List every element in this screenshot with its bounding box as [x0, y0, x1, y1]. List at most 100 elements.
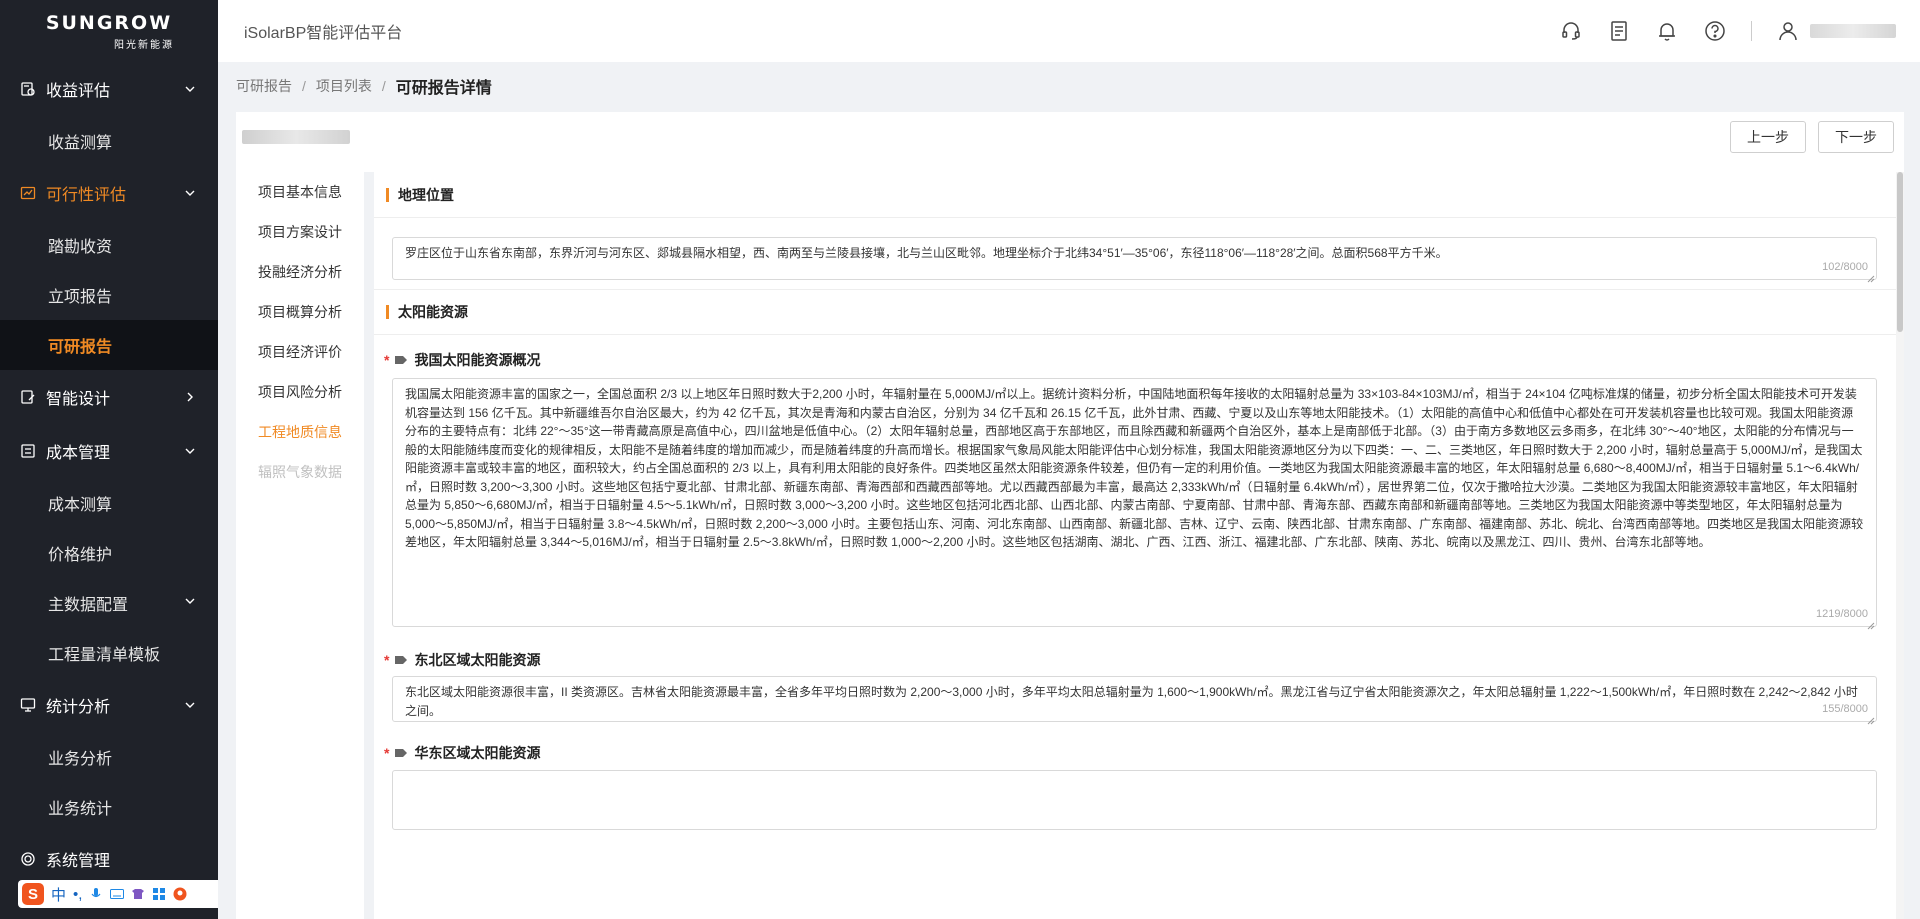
- sidebar-item-label: 立项报告: [48, 289, 113, 306]
- menu-group-revenue[interactable]: 收益评估: [0, 62, 218, 116]
- keyboard-icon[interactable]: [110, 887, 125, 901]
- ime-punct-toggle[interactable]: •,: [73, 886, 82, 903]
- sidebar-item-boq-template[interactable]: 工程量清单模板: [0, 628, 218, 678]
- username-redacted[interactable]: [1810, 24, 1896, 38]
- sidebar-item-feasibility-report[interactable]: 可研报告: [0, 320, 218, 370]
- section-geo-title: 地理位置: [374, 172, 1904, 218]
- chevron-down-icon: [184, 83, 196, 95]
- section-solar-title: 太阳能资源: [374, 289, 1896, 335]
- required-marker: *: [384, 352, 390, 368]
- step-budget-analysis[interactable]: 项目概算分析: [236, 292, 364, 332]
- resize-handle[interactable]: [1867, 712, 1875, 725]
- east-solar-textarea[interactable]: [392, 770, 1877, 830]
- tag-icon: [395, 656, 408, 664]
- field-label-national: * 我国太阳能资源概况: [374, 350, 540, 370]
- document-icon[interactable]: [1607, 19, 1631, 43]
- sidebar-item-cost-calc[interactable]: 成本测算: [0, 478, 218, 528]
- form-content[interactable]: 地理位置 罗庄区位于山东省东南部，东界沂河与河东区、郯城县隔水相望，西、南两至与…: [374, 172, 1904, 919]
- menu-group-stats[interactable]: 统计分析: [0, 678, 218, 732]
- step-nav: 项目基本信息 项目方案设计 投融经济分析 项目概算分析 项目经济评价 项目风险分…: [236, 172, 364, 919]
- menu-group-cost[interactable]: 成本管理: [0, 424, 218, 478]
- breadcrumb-item[interactable]: 可研报告: [236, 76, 292, 96]
- content-scrollbar[interactable]: [1896, 172, 1904, 919]
- step-finance-analysis[interactable]: 投融经济分析: [236, 252, 364, 292]
- menu-group-label: 统计分析: [46, 699, 111, 716]
- brand-name: SUNGROW: [45, 11, 173, 34]
- headset-icon[interactable]: [1559, 19, 1583, 43]
- chevron-down-icon: [184, 187, 196, 199]
- skin-icon[interactable]: [131, 887, 145, 901]
- header-divider: [1751, 21, 1752, 41]
- char-count: 102/8000: [1822, 260, 1868, 273]
- bell-icon[interactable]: [1655, 19, 1679, 43]
- sidebar-item-project-report[interactable]: 立项报告: [0, 270, 218, 320]
- section-title-text: 太阳能资源: [398, 304, 468, 320]
- sidebar-item-label: 踏勘收资: [48, 239, 113, 256]
- step-geology-info[interactable]: 工程地质信息: [236, 412, 364, 452]
- menu-group-system[interactable]: 系统管理: [0, 832, 218, 886]
- breadcrumb-separator: /: [302, 78, 306, 94]
- next-step-button[interactable]: 下一步: [1818, 121, 1894, 153]
- step-economic-eval[interactable]: 项目经济评价: [236, 332, 364, 372]
- menu-group-label: 成本管理: [46, 445, 111, 462]
- brand-sub: 阳光新能源: [114, 39, 174, 51]
- apps-grid-icon[interactable]: [152, 887, 166, 901]
- resize-handle[interactable]: [1867, 270, 1875, 283]
- section-title-text: 地理位置: [398, 186, 454, 203]
- prev-step-button[interactable]: 上一步: [1730, 121, 1806, 153]
- sidebar-item-label: 价格维护: [48, 547, 113, 564]
- sidebar-item-business-stats[interactable]: 业务统计: [0, 782, 218, 832]
- breadcrumb-separator: /: [381, 78, 386, 94]
- user-icon[interactable]: [1776, 19, 1800, 43]
- menu-group-label: 收益评估: [46, 83, 111, 100]
- northeast-solar-text: 东北区域太阳能资源很丰富，II 类资源区。吉林省太阳能资源最丰富，全省多年平均日…: [405, 685, 1858, 718]
- step-basic-info[interactable]: 项目基本信息: [236, 172, 364, 212]
- section-accent-bar: [386, 187, 389, 202]
- sidebar-item-revenue-calc[interactable]: 收益测算: [0, 116, 218, 166]
- sidebar-item-label: 工程量清单模板: [48, 647, 161, 664]
- sidebar-item-master-data[interactable]: 主数据配置: [0, 578, 218, 628]
- step-scheme-design[interactable]: 项目方案设计: [236, 212, 364, 252]
- breadcrumb: 可研报告 / 项目列表 / 可研报告详情: [236, 75, 492, 97]
- resize-handle[interactable]: [1867, 617, 1875, 630]
- help-icon[interactable]: [1703, 19, 1727, 43]
- chevron-right-icon: [184, 391, 196, 403]
- stats-icon: [20, 697, 36, 713]
- breadcrumb-item[interactable]: 项目列表: [316, 76, 372, 96]
- sidebar-item-label: 业务统计: [48, 801, 113, 818]
- ime-lang-toggle[interactable]: 中: [51, 884, 66, 905]
- section-accent-bar: [386, 305, 389, 319]
- sidebar-item-business-analysis[interactable]: 业务分析: [0, 732, 218, 782]
- project-name-redacted: [242, 130, 350, 144]
- required-marker: *: [384, 745, 390, 761]
- system-icon: [20, 851, 36, 867]
- ime-logo[interactable]: S: [22, 883, 44, 905]
- step-risk-analysis[interactable]: 项目风险分析: [236, 372, 364, 412]
- chevron-down-icon: [184, 445, 196, 457]
- required-marker: *: [384, 652, 390, 668]
- sidebar-item-price-maintain[interactable]: 价格维护: [0, 528, 218, 578]
- menu-group-feasibility[interactable]: 可行性评估: [0, 166, 218, 220]
- breadcrumb-current: 可研报告详情: [395, 80, 492, 97]
- app-title: iSolarBP智能评估平台: [244, 25, 403, 42]
- sidebar-item-label: 业务分析: [48, 751, 113, 768]
- ime-avatar-icon[interactable]: [173, 887, 187, 901]
- sungrow-logo[interactable]: SUNGROW 阳光新能源: [0, 0, 218, 62]
- national-solar-textarea[interactable]: 我国属太阳能资源丰富的国家之一，全国总面积 2/3 以上地区年日照时数大于2,2…: [392, 378, 1877, 630]
- sidebar-item-label: 可研报告: [48, 339, 113, 356]
- field-label-northeast: * 东北区域太阳能资源: [374, 650, 540, 670]
- scrollbar-thumb[interactable]: [1897, 172, 1903, 332]
- microphone-icon[interactable]: [89, 887, 103, 901]
- field-label-east: * 华东区域太阳能资源: [374, 743, 540, 763]
- char-count: 1219/8000: [1816, 607, 1868, 620]
- menu-group-design[interactable]: 智能设计: [0, 370, 218, 424]
- top-header: iSolarBP智能评估平台: [218, 0, 1920, 62]
- cost-icon: [20, 443, 36, 459]
- design-icon: [20, 389, 36, 405]
- sidebar-item-survey[interactable]: 踏勘收资: [0, 220, 218, 270]
- sidebar: SUNGROW 阳光新能源 收益评估 收益测算 可行性评估 踏勘收资 立项报告 …: [0, 0, 218, 919]
- ime-toolbar[interactable]: S 中 •,: [18, 880, 218, 908]
- geo-textarea[interactable]: 罗庄区位于山东省东南部，东界沂河与河东区、郯城县隔水相望，西、南两至与兰陵县接壤…: [392, 237, 1877, 283]
- northeast-solar-textarea[interactable]: 东北区域太阳能资源很丰富，II 类资源区。吉林省太阳能资源最丰富，全省多年平均日…: [392, 676, 1877, 725]
- revenue-icon: [20, 81, 36, 97]
